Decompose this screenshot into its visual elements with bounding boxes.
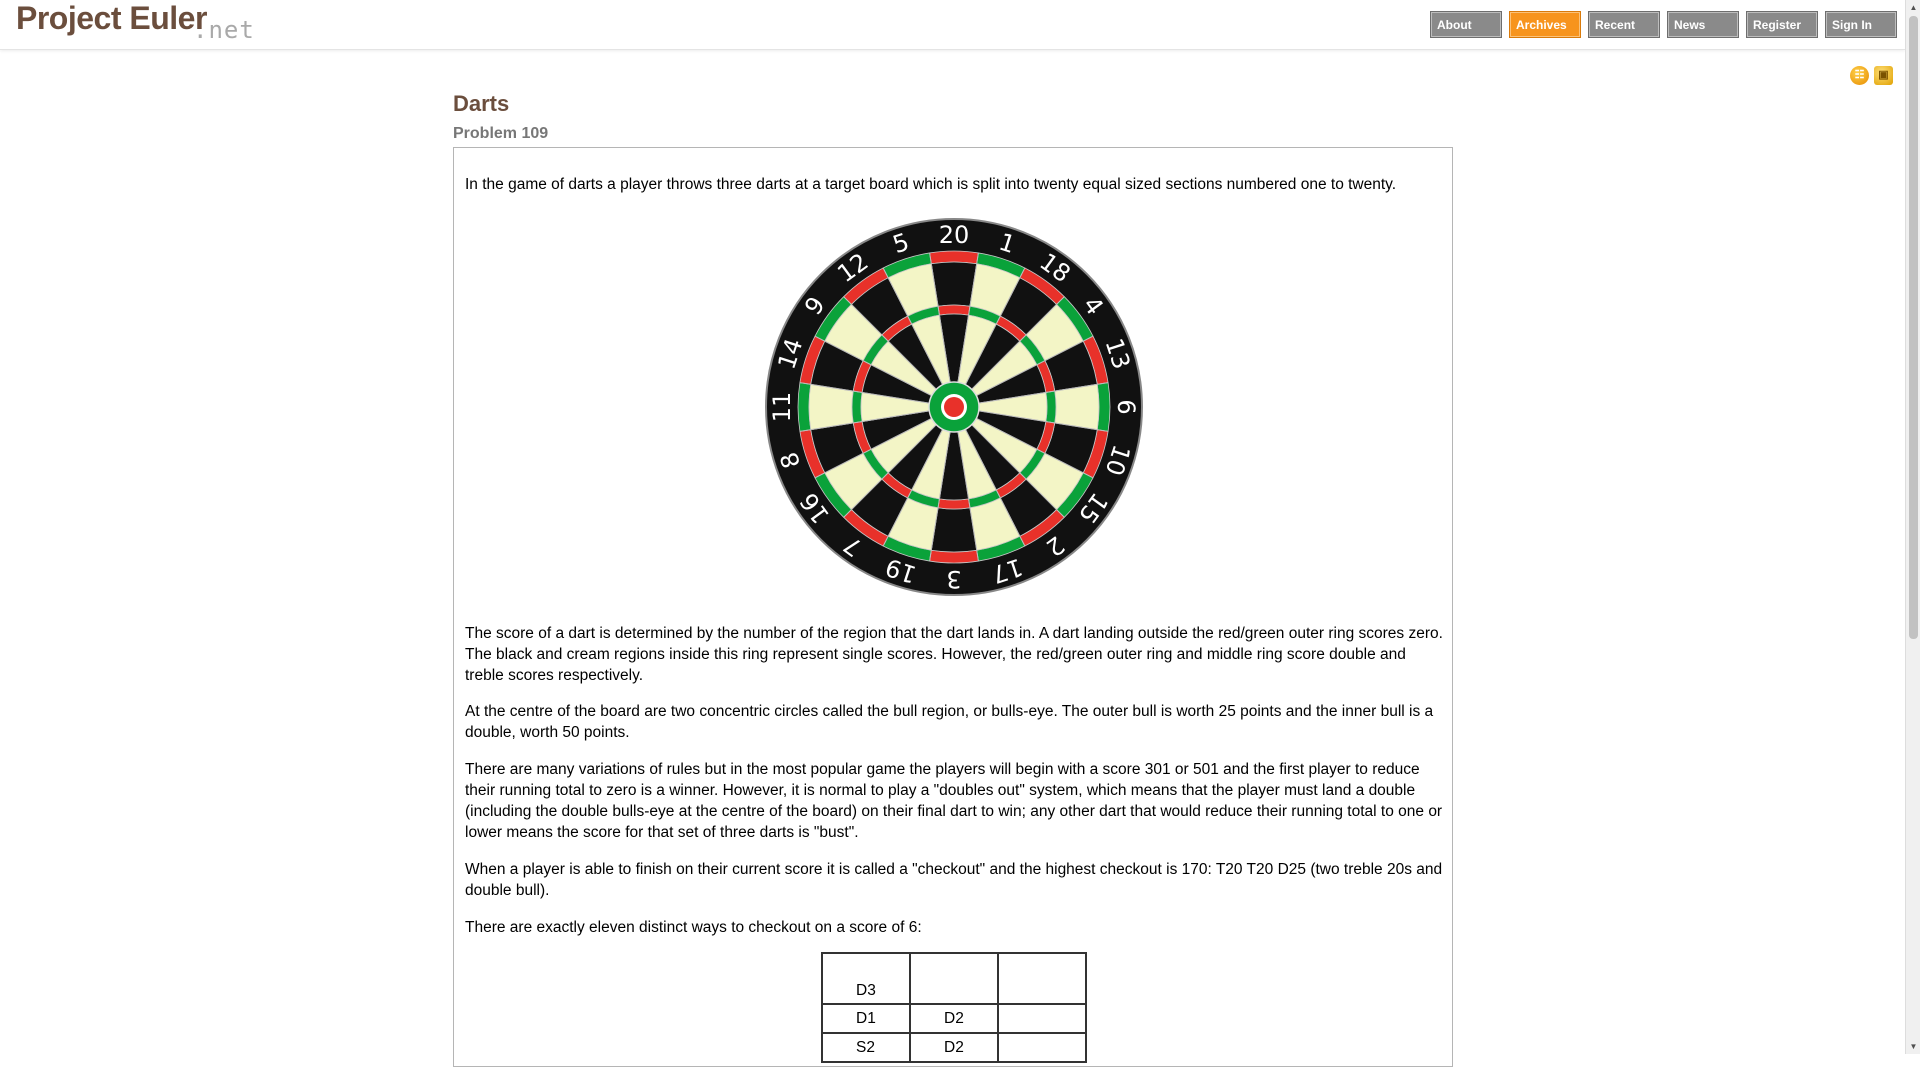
nav-news-button[interactable]: News — [1667, 11, 1739, 38]
site-header: Project Euler .net About Archives Recent… — [0, 0, 1905, 50]
segment-number: 11 — [768, 392, 796, 423]
problem-number: Problem 109 — [453, 125, 549, 142]
nav-sign-in-button[interactable]: Sign In — [1825, 11, 1897, 38]
table-row: S2 D2 — [821, 1032, 1087, 1063]
site-logo-suffix[interactable]: .net — [193, 16, 255, 44]
rss-icon[interactable]: ☷ — [1850, 66, 1869, 85]
page-scrollbar[interactable]: ▲ ▼ — [1905, 0, 1920, 1054]
problem-paragraph: At the centre of the board are two conce… — [465, 703, 1434, 741]
nav-archives-button[interactable]: Archives — [1509, 11, 1581, 38]
table-cell: D3 — [821, 952, 911, 1005]
checkout-table: D3 D1 D2 S2 D2 — [821, 952, 1087, 1063]
table-cell: D2 — [909, 1032, 999, 1063]
segment-number: 3 — [946, 565, 961, 593]
outer-single-segment — [930, 507, 978, 553]
problem-title: Darts — [453, 91, 510, 116]
main-nav: About Archives Recent News Register Sign… — [1430, 11, 1897, 38]
lock-icon[interactable]: ▣ — [1874, 66, 1893, 85]
segment-number: 6 — [1112, 399, 1140, 414]
outer-single-segment — [808, 383, 854, 431]
table-cell — [997, 1032, 1087, 1063]
scroll-up-arrow-icon[interactable]: ▲ — [1906, 0, 1920, 15]
feed-icons: ☷ ▣ — [1850, 66, 1893, 85]
inner-bull — [944, 397, 964, 417]
nav-register-button[interactable]: Register — [1746, 11, 1818, 38]
scroll-down-arrow-icon[interactable]: ▼ — [1906, 1039, 1920, 1054]
problem-paragraph: The score of a dart is determined by the… — [465, 625, 1443, 684]
nav-recent-button[interactable]: Recent — [1588, 11, 1660, 38]
table-row: D3 — [821, 952, 1087, 1005]
site-logo[interactable]: Project Euler — [16, 0, 207, 36]
outer-single-segment — [930, 261, 978, 307]
nav-about-button[interactable]: About — [1430, 11, 1502, 38]
table-row: D1 D2 — [821, 1003, 1087, 1034]
problem-paragraph: There are many variations of rules but i… — [465, 761, 1443, 841]
table-cell: D2 — [909, 1003, 999, 1034]
table-cell — [997, 952, 1087, 1005]
outer-single-segment — [1054, 383, 1100, 431]
table-cell: D1 — [821, 1003, 911, 1034]
problem-paragraph: There are exactly eleven distinct ways t… — [465, 919, 922, 936]
table-cell: S2 — [821, 1032, 911, 1063]
segment-number: 20 — [939, 221, 970, 249]
dartboard-image: 20 1 18 4 13 6 10 15 2 17 3 19 7 16 8 11 14 9 12 5 — [764, 217, 1144, 597]
table-cell — [997, 1003, 1087, 1034]
problem-content: In the game of darts a player throws thr… — [453, 147, 1453, 1067]
dartboard-svg: 20 11841361015217319716811149125 — [765, 218, 1143, 596]
problem-paragraph: When a player is able to finish on their… — [465, 861, 1443, 899]
problem-paragraph: In the game of darts a player throws thr… — [465, 176, 1397, 193]
table-cell — [909, 952, 999, 1005]
scrollbar-thumb[interactable] — [1909, 16, 1918, 639]
